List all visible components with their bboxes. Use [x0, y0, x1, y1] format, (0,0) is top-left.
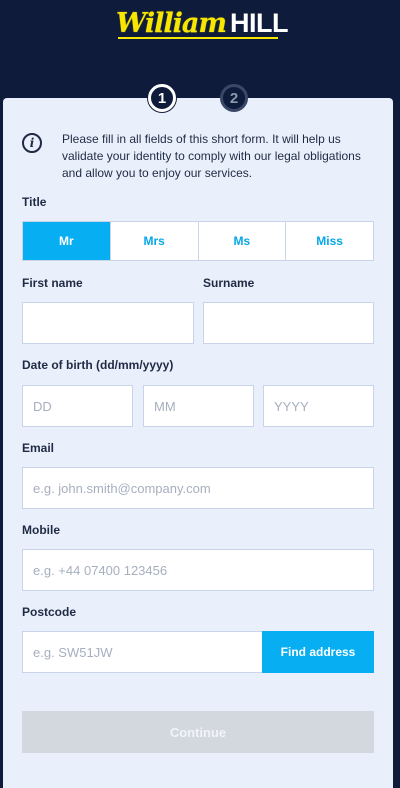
logo-bold-text: HILL — [229, 8, 289, 38]
registration-card — [3, 98, 393, 788]
first-name-label: First name — [22, 276, 83, 290]
mobile-input[interactable]: e.g. +44 07400 123456 — [22, 549, 374, 591]
title-selector: Mr Mrs Ms Miss — [22, 221, 374, 261]
info-text: Please fill in all fields of this short … — [62, 132, 361, 180]
info-notice: i Please fill in all fields of this shor… — [22, 131, 372, 182]
surname-label: Surname — [203, 276, 255, 290]
title-label: Title — [22, 195, 47, 209]
mobile-label: Mobile — [22, 523, 60, 537]
email-input[interactable]: e.g. john.smith@company.com — [22, 467, 374, 509]
postcode-input[interactable]: e.g. SW51JW — [22, 631, 263, 673]
dob-month-input[interactable]: MM — [143, 385, 254, 427]
title-option-mr[interactable]: Mr — [23, 222, 111, 260]
postcode-label: Postcode — [22, 605, 77, 619]
dob-day-input[interactable]: DD — [22, 385, 133, 427]
find-address-button[interactable]: Find address — [262, 631, 374, 673]
title-option-miss[interactable]: Miss — [286, 222, 373, 260]
dob-year-input[interactable]: YYYY — [263, 385, 374, 427]
info-icon: i — [22, 133, 42, 153]
app-header: William HILL — [0, 0, 400, 98]
step-indicator-2: 2 — [220, 84, 248, 112]
william-hill-logo[interactable]: William HILL — [116, 3, 289, 39]
title-option-mrs[interactable]: Mrs — [110, 222, 199, 260]
first-name-input[interactable] — [22, 302, 194, 344]
logo-underline — [118, 37, 278, 39]
continue-button[interactable]: Continue — [22, 711, 374, 753]
dob-label: Date of birth (dd/mm/yyyy) — [22, 358, 174, 372]
step-indicator-1: 1 — [148, 84, 176, 112]
surname-input[interactable] — [203, 302, 374, 344]
title-option-ms[interactable]: Ms — [198, 222, 287, 260]
logo-script-text: William — [116, 8, 227, 39]
email-label: Email — [22, 441, 55, 455]
